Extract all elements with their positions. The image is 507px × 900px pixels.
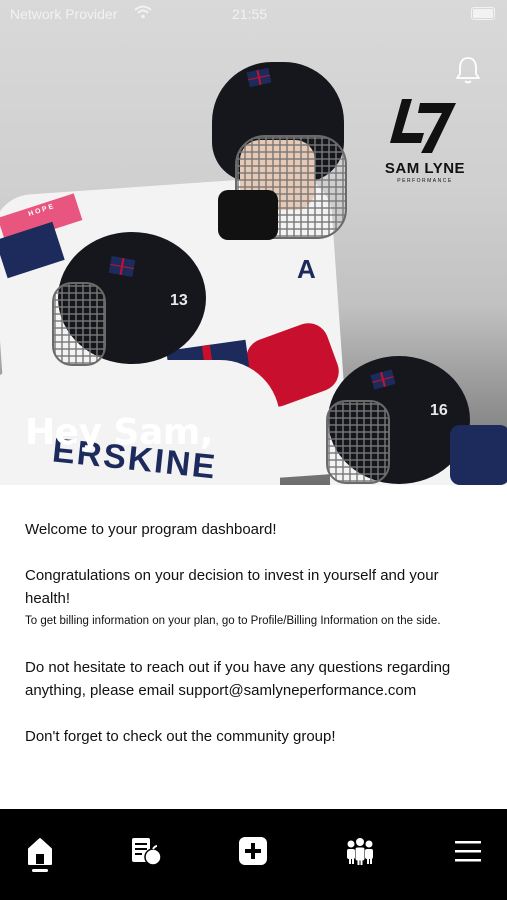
nutrition-icon [129,835,163,867]
billing-note: To get billing information on your plan,… [25,615,441,627]
tab-home[interactable] [20,831,60,871]
carrier-label: Network Provider [10,6,118,22]
tab-add[interactable] [233,831,273,871]
contact-text: Do not hesitate to reach out if you have… [25,659,451,699]
congrats-text: Congratulations on your decision to inve… [25,567,439,607]
brand-logo-subtext: PERFORMANCE [397,178,453,184]
greeting-heading: Hey Sam, [25,412,213,453]
player-number-16: 16 [430,402,448,419]
tab-menu[interactable] [448,831,488,871]
community-text: Don't forget to check out the community … [25,728,336,745]
battery-icon [471,7,495,20]
wifi-icon [134,5,152,22]
clock: 21:55 [232,6,268,22]
player-number-13: 13 [170,292,188,309]
hero-banner: A HOPE 13 ERSKINE 16 Network Provider 21… [0,0,507,485]
home-icon [25,835,55,867]
brand-logo-text: SAM LYNE [384,160,466,177]
community-icon [344,837,376,865]
active-tab-indicator [32,869,48,872]
notification-bell-icon[interactable] [453,55,483,87]
tab-community[interactable] [340,831,380,871]
captain-letter: A [297,254,316,284]
add-icon [237,835,269,867]
tab-nutrition[interactable] [126,831,166,871]
status-bar: Network Provider 21:55 [0,0,507,28]
dashboard-message: Welcome to your program dashboard! Congr… [25,518,485,748]
bottom-tab-bar [0,809,507,900]
welcome-text: Welcome to your program dashboard! [25,521,277,538]
menu-icon [454,839,482,863]
